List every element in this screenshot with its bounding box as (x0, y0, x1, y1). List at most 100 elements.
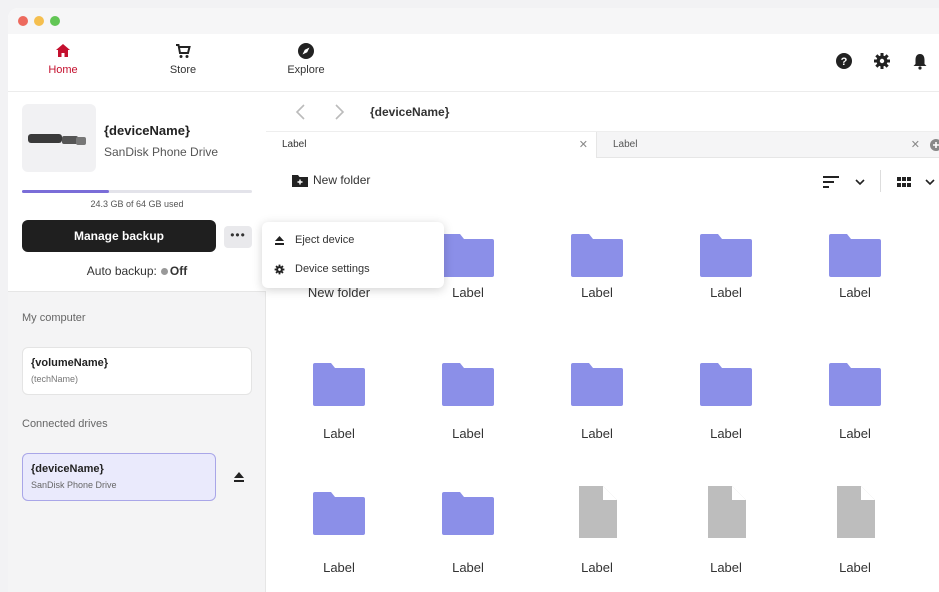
file-icon (579, 486, 617, 538)
item-label: Label (581, 426, 613, 441)
drive-card[interactable]: {deviceName} SanDisk Phone Drive (22, 453, 216, 501)
sort-icon[interactable] (822, 174, 840, 190)
item-label: Label (839, 426, 871, 441)
folder-item[interactable]: Label (800, 361, 910, 471)
nav-explore[interactable]: Explore (271, 42, 341, 76)
device-model: SanDisk Phone Drive (104, 145, 219, 159)
tab-2-label: Label (613, 139, 638, 150)
compass-icon (298, 43, 314, 59)
folder-icon (829, 363, 881, 406)
menu-item-label: Device settings (295, 263, 370, 275)
tab-1-close-icon[interactable]: ✕ (579, 132, 588, 158)
manage-backup-button[interactable]: Manage backup (22, 220, 216, 252)
item-label: Label (839, 560, 871, 575)
folder-item[interactable]: Label (542, 232, 652, 342)
item-label: Label (581, 285, 613, 300)
folder-item[interactable]: Label (671, 232, 781, 342)
zoom-window-button[interactable] (50, 16, 60, 26)
gear-icon[interactable] (873, 52, 891, 70)
drive-name: {deviceName} (31, 463, 104, 475)
storage-bar (22, 190, 252, 193)
drive-subtitle: SanDisk Phone Drive (31, 480, 117, 490)
device-options-menu: Eject device Device settings (262, 222, 444, 288)
device-name: {deviceName} (104, 123, 190, 138)
device-card: {deviceName} SanDisk Phone Drive 24.3 GB… (8, 92, 266, 292)
sidebar: {deviceName} SanDisk Phone Drive 24.3 GB… (8, 92, 266, 592)
auto-backup-status[interactable]: Auto backup: Off (22, 264, 252, 278)
folder-item[interactable]: Label (542, 361, 652, 471)
view-chevron-down-icon[interactable] (924, 174, 936, 190)
file-icon (708, 486, 746, 538)
svg-text:?: ? (841, 56, 848, 68)
tab-1-label: Label (282, 139, 307, 150)
close-window-button[interactable] (18, 16, 28, 26)
new-folder-icon (292, 174, 308, 187)
sort-chevron-down-icon[interactable] (854, 174, 866, 190)
menu-item-label: Eject device (295, 234, 355, 246)
new-folder-button[interactable]: New folder (292, 173, 370, 187)
home-icon (56, 44, 70, 57)
status-dot-icon (160, 267, 168, 275)
file-item[interactable]: Label (800, 486, 910, 592)
nav-home-label: Home (48, 64, 78, 76)
tab-2-close-icon[interactable]: ✕ (911, 132, 920, 158)
help-icon[interactable]: ? (835, 52, 853, 70)
folder-icon (571, 234, 623, 277)
menu-item-eject-device[interactable]: Eject device (274, 234, 354, 246)
item-label: Label (581, 560, 613, 575)
main-pane: {deviceName} Label ✕ Label ✕ New folder (266, 92, 939, 592)
toolbar: New folder (266, 158, 939, 202)
file-item[interactable]: Label (671, 486, 781, 592)
auto-backup-state: Off (169, 264, 188, 278)
storage-text: 24.3 GB of 64 GB used (90, 199, 184, 209)
folder-item[interactable]: Label (284, 490, 394, 592)
item-label: Label (710, 285, 742, 300)
nav-store[interactable]: Store (148, 42, 218, 76)
folder-item[interactable]: Label (413, 361, 523, 471)
path-title: {deviceName} (370, 105, 450, 119)
top-right-icons: ? (835, 52, 929, 70)
storage-bar-fill (22, 190, 110, 193)
folder-item[interactable]: Label (413, 490, 523, 592)
item-label: Label (452, 560, 484, 575)
title-bar (8, 8, 939, 34)
folder-icon (700, 234, 752, 277)
more-options-button[interactable]: ••• (224, 226, 252, 248)
folder-icon (829, 234, 881, 277)
folder-icon (442, 363, 494, 406)
minimize-window-button[interactable] (34, 16, 44, 26)
volume-card[interactable]: {volumeName} (techName) (22, 347, 252, 395)
add-tab-icon[interactable] (929, 138, 939, 152)
volume-subtitle: (techName) (31, 374, 79, 384)
menu-item-device-settings[interactable]: Device settings (274, 263, 370, 275)
app-window: Home Store Explore ? {deviceName} SanDis… (8, 8, 939, 592)
eject-icon[interactable] (232, 470, 246, 484)
grid-view-icon[interactable] (896, 174, 912, 190)
folder-icon (313, 492, 365, 535)
tab-1[interactable]: Label ✕ (266, 132, 596, 158)
folder-icon (442, 234, 494, 277)
item-label: Label (839, 285, 871, 300)
eject-icon (275, 235, 284, 245)
folder-item[interactable]: Label (284, 361, 394, 471)
forward-arrow-icon[interactable] (330, 102, 348, 122)
top-nav: Home Store Explore ? (8, 34, 939, 92)
file-icon (837, 486, 875, 538)
item-label: Label (323, 426, 355, 441)
back-arrow-icon[interactable] (292, 102, 310, 122)
folder-item[interactable]: Label (671, 361, 781, 471)
folder-icon (571, 363, 623, 406)
folder-item[interactable]: Label (800, 232, 910, 342)
toolbar-divider (880, 170, 881, 192)
new-folder-label: New folder (313, 173, 371, 187)
folder-icon (313, 363, 365, 406)
file-item[interactable]: Label (542, 486, 652, 592)
bell-icon[interactable] (911, 52, 929, 70)
nav-store-label: Store (169, 64, 197, 76)
folder-icon (442, 492, 494, 535)
auto-backup-label: Auto backup: (86, 264, 157, 278)
nav-home[interactable]: Home (28, 42, 98, 76)
connected-drives-heading: Connected drives (22, 418, 108, 430)
device-image (22, 104, 96, 172)
tab-2[interactable]: Label ✕ (596, 132, 928, 158)
